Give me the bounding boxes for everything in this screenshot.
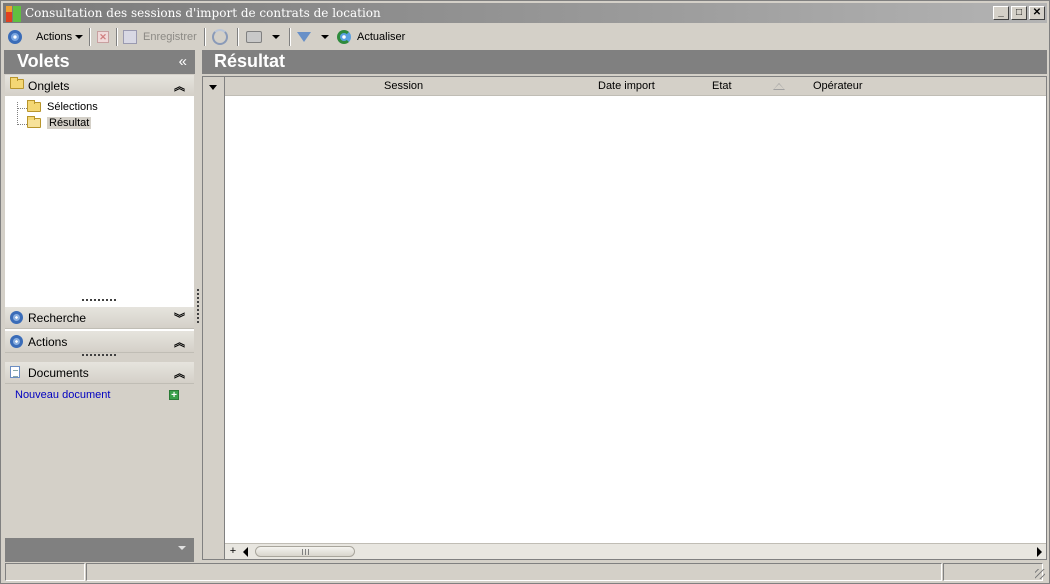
status-cell: [5, 563, 85, 581]
search-ring-icon: [10, 311, 23, 327]
add-row-button[interactable]: +: [227, 546, 239, 558]
refresh-icon: [337, 30, 351, 44]
tree-item-resultat[interactable]: Résultat: [27, 115, 92, 130]
section-actions[interactable]: Actions ︽: [5, 331, 194, 353]
grid-row-header: [203, 77, 225, 559]
result-header: Résultat: [202, 50, 1047, 74]
refresh-button[interactable]: Actualiser: [337, 28, 405, 46]
window-title: Consultation des sessions d'import de co…: [25, 6, 381, 20]
save-button[interactable]: Enregistrer: [123, 28, 197, 46]
new-document-link[interactable]: Nouveau document: [15, 389, 110, 401]
filter-icon: [297, 32, 311, 42]
result-title: Résultat: [214, 51, 286, 71]
section-onglets[interactable]: Onglets ︽: [5, 75, 194, 97]
delete-icon: ✕: [97, 31, 109, 43]
column-header-date-import[interactable]: Date import: [598, 80, 655, 92]
refresh-label: Actualiser: [357, 31, 406, 43]
toolbar-separator: [89, 28, 91, 46]
column-chooser-icon[interactable]: [209, 85, 217, 90]
scroll-left-icon[interactable]: [243, 547, 248, 557]
scroll-right-icon[interactable]: [1037, 547, 1042, 557]
horizontal-scrollbar[interactable]: +: [225, 543, 1046, 559]
chevron-down-icon: [75, 35, 84, 39]
status-cell: [943, 563, 1043, 581]
save-label: Enregistrer: [143, 31, 197, 43]
sync-icon: [212, 29, 228, 45]
filter-dropdown-icon[interactable]: [321, 35, 329, 39]
resize-grip[interactable]: [82, 354, 116, 357]
scrollbar-thumb[interactable]: [255, 546, 355, 557]
sort-ascending-icon: [773, 83, 785, 90]
actions-menu-label: Actions: [36, 31, 73, 43]
minimize-button[interactable]: _: [993, 6, 1009, 20]
status-cell: [86, 563, 942, 581]
actions-ring-icon: [10, 335, 23, 351]
tree-item-selections[interactable]: Sélections: [27, 99, 98, 114]
collapse-pane-icon[interactable]: «: [179, 53, 187, 70]
section-recherche[interactable]: Recherche ︾: [5, 307, 194, 329]
toolbar: Actions ✕ Enregistrer Actualiser: [3, 25, 1047, 49]
resize-grip[interactable]: [82, 299, 116, 302]
result-pane: Résultat Session Date import Etat Opérat…: [202, 50, 1047, 562]
application-window: Consultation des sessions d'import de co…: [0, 0, 1050, 584]
section-actions-label: Actions: [28, 335, 68, 349]
volets-pane: Volets « Onglets ︽ Sélections Résultat R…: [4, 50, 195, 562]
toolbar-separator: [116, 28, 118, 46]
status-bar: [3, 563, 1047, 581]
add-document-icon[interactable]: +: [169, 390, 179, 401]
size-grip-icon[interactable]: [1035, 569, 1045, 579]
tree-item-label: Résultat: [47, 116, 92, 129]
folder-icon: [27, 99, 41, 112]
filter-button[interactable]: [297, 28, 329, 46]
expand-section-icon[interactable]: ︾: [174, 310, 185, 326]
chevron-down-icon[interactable]: [178, 546, 186, 550]
sync-button[interactable]: [212, 28, 228, 46]
maximize-button[interactable]: □: [1011, 6, 1027, 20]
print-button[interactable]: [246, 28, 280, 46]
section-recherche-label: Recherche: [28, 311, 87, 325]
documents-body: Nouveau document +: [5, 384, 194, 536]
actions-menu-button[interactable]: Actions: [36, 28, 84, 46]
print-dropdown-icon[interactable]: [272, 35, 280, 39]
column-header-etat[interactable]: Etat: [712, 80, 732, 92]
folder-icon: [10, 77, 24, 92]
document-icon: [10, 366, 20, 381]
section-documents-label: Documents: [28, 366, 89, 380]
save-icon: [123, 30, 137, 44]
title-bar[interactable]: Consultation des sessions d'import de co…: [3, 3, 1047, 23]
column-header-session[interactable]: Session: [384, 80, 423, 92]
toolbar-separator: [289, 28, 291, 46]
volets-header: Volets «: [4, 50, 195, 74]
collapse-section-icon[interactable]: ︽: [174, 78, 185, 94]
toolbar-separator: [204, 28, 206, 46]
collapse-section-icon[interactable]: ︽: [174, 365, 185, 381]
print-icon: [246, 31, 262, 43]
tree-item-label: Sélections: [47, 100, 98, 113]
grid-column-header: Session Date import Etat Opérateur: [225, 77, 1046, 96]
app-icon: [6, 6, 22, 22]
pane-splitter[interactable]: [197, 289, 199, 323]
volets-title: Volets: [17, 51, 70, 71]
section-documents[interactable]: Documents ︽: [5, 362, 194, 384]
actions-ring-icon[interactable]: [8, 28, 22, 46]
collapse-section-icon[interactable]: ︽: [174, 334, 185, 350]
result-grid[interactable]: Session Date import Etat Opérateur +: [202, 76, 1047, 560]
delete-button[interactable]: ✕: [97, 28, 109, 46]
column-header-operateur[interactable]: Opérateur: [813, 80, 863, 92]
toolbar-separator: [237, 28, 239, 46]
close-button[interactable]: ✕: [1029, 6, 1045, 20]
open-folder-icon: [27, 115, 41, 128]
section-onglets-label: Onglets: [28, 79, 70, 93]
volets-footer: [5, 538, 194, 562]
